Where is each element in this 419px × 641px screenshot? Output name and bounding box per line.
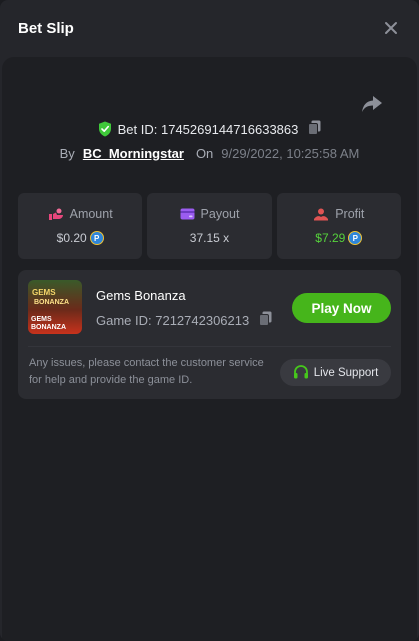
- copy-bet-id-button[interactable]: [308, 120, 321, 138]
- game-id-text: Game ID: 7212742306213: [96, 312, 250, 328]
- payout-icon: [180, 208, 195, 220]
- coin-icon: P: [89, 231, 104, 245]
- on-label: On: [195, 145, 214, 161]
- modal-header: Bet Slip: [0, 0, 419, 56]
- stats-row: Amount $0.20 P Payout 37.15 x Profit $7.…: [18, 193, 401, 259]
- user-link[interactable]: BC_Morningstar: [83, 146, 184, 161]
- stat-profit-value-row: $7.29 P: [315, 231, 363, 245]
- close-button[interactable]: [381, 18, 401, 38]
- bet-slip-modal: Bet Slip Bet ID: 1745269144716633863 By …: [0, 0, 419, 641]
- game-id-row: Game ID: 7212742306213: [96, 311, 272, 329]
- thumb-title-3: GEMS BONANZA: [31, 316, 66, 331]
- live-support-label: Live Support: [313, 366, 379, 379]
- stat-payout: Payout 37.15 x: [147, 193, 272, 259]
- headset-icon: [293, 365, 308, 379]
- stat-profit-value: $7.29: [315, 231, 346, 245]
- play-now-button[interactable]: Play Now: [292, 293, 391, 323]
- stat-profit: Profit $7.29 P: [276, 193, 401, 259]
- close-icon: [385, 22, 397, 34]
- bet-id-row: Bet ID: 1745269144716633863: [0, 119, 419, 139]
- stat-payout-text: Payout: [200, 207, 240, 221]
- stat-profit-label: Profit: [313, 207, 364, 221]
- amount-icon: [48, 208, 63, 220]
- copy-icon: [259, 311, 272, 326]
- game-thumbnail[interactable]: GEMS BONANZA GEMS BONANZA: [28, 280, 82, 334]
- bet-id-text: Bet ID: 1745269144716633863: [117, 121, 299, 137]
- copy-game-id-button[interactable]: [259, 311, 272, 329]
- share-button[interactable]: [361, 95, 383, 113]
- live-support-button[interactable]: Live Support: [280, 359, 391, 386]
- stat-payout-value: 37.15 x: [189, 231, 230, 245]
- game-card: GEMS BONANZA GEMS BONANZA Gems Bonanza G…: [18, 270, 401, 399]
- bet-author-row: By BC_Morningstar On 9/29/2022, 10:25:58…: [0, 143, 419, 163]
- stat-payout-value-row: 37.15 x: [190, 231, 229, 245]
- stat-profit-text: Profit: [335, 207, 365, 221]
- stat-amount-value-row: $0.20 P: [57, 231, 104, 245]
- game-name: Gems Bonanza: [96, 288, 186, 303]
- copy-icon: [308, 120, 321, 135]
- coin-icon: P: [348, 231, 363, 245]
- modal-title: Bet Slip: [18, 19, 74, 37]
- thumb-title-1: GEMS: [32, 288, 56, 297]
- stat-amount-text: Amount: [69, 207, 113, 221]
- shield-check-icon: [98, 121, 111, 137]
- stat-amount-label: Amount: [48, 207, 113, 221]
- support-notice: Any issues, please contact the customer …: [29, 357, 264, 386]
- stat-amount-value: $0.20: [56, 231, 87, 245]
- by-label: By: [59, 145, 75, 161]
- bet-date: 9/29/2022, 10:25:58 AM: [221, 145, 360, 161]
- stat-payout-label: Payout: [180, 207, 240, 221]
- profit-icon: [314, 208, 329, 220]
- share-icon: [362, 96, 382, 112]
- thumb-title-2: BONANZA: [34, 299, 69, 306]
- stat-amount: Amount $0.20 P: [18, 193, 143, 259]
- divider: [28, 346, 391, 347]
